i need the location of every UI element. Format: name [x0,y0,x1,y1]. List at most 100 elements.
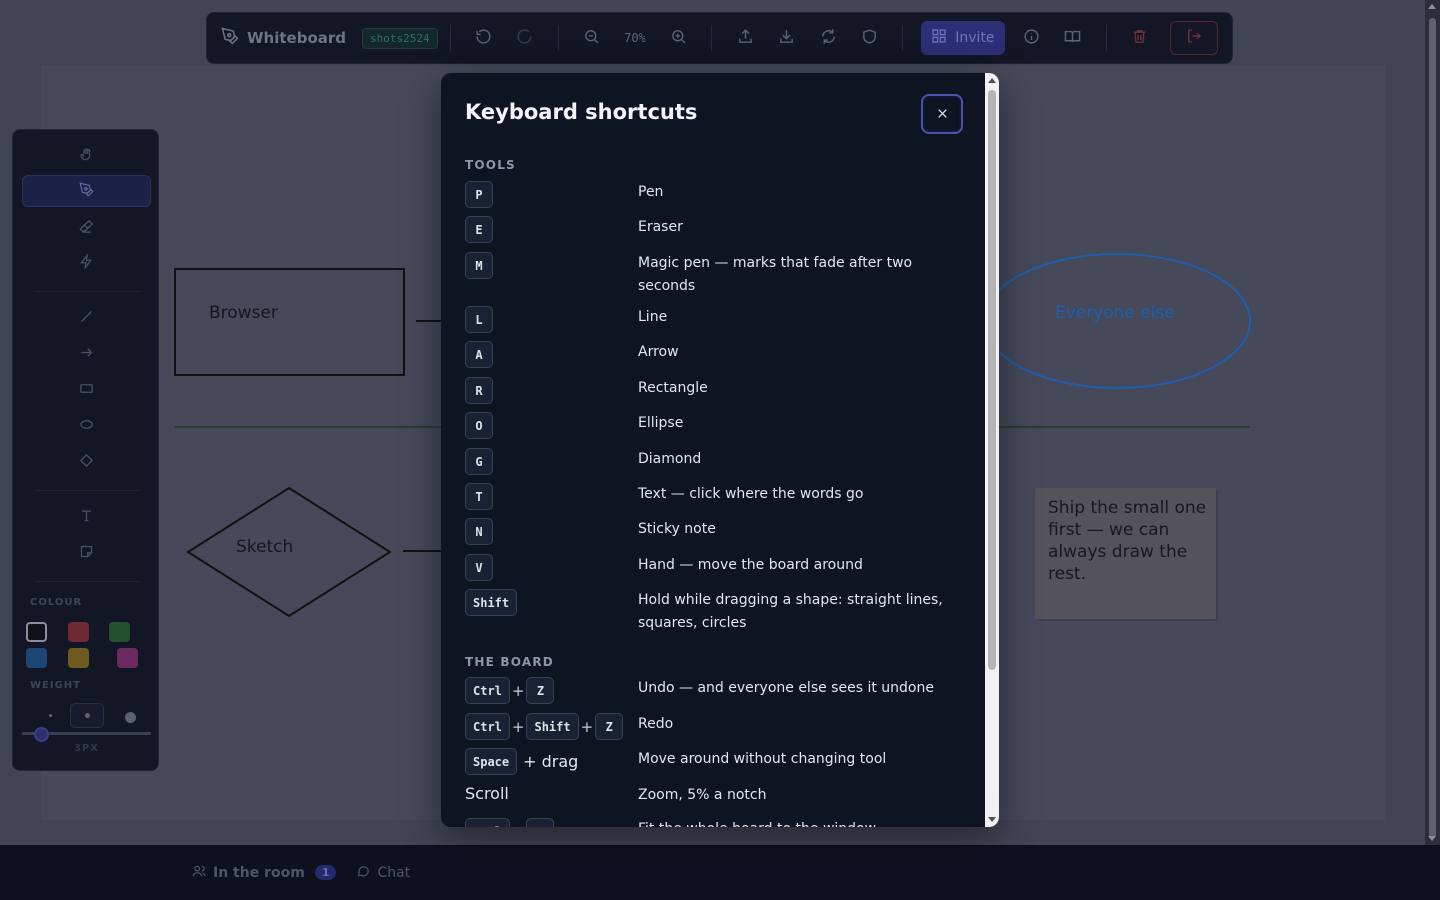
weight-label: WEIGHT [30,680,81,691]
key-cap: P [465,181,493,208]
key-cap: L [465,306,493,333]
swatch-blue[interactable] [26,648,47,668]
dialog-scrollbar[interactable] [985,73,999,827]
download-button[interactable] [772,22,801,54]
shortcut-description: Eraser [638,219,683,235]
key-cap: M [465,252,493,279]
shortcut-description: Redo [638,716,674,732]
weight-medium-dot [85,713,90,718]
key-cap: Ctrl [465,677,510,704]
invite-button[interactable]: Invite [921,21,1005,55]
scroll-down-arrow[interactable] [988,817,996,822]
sticky-note-text: Ship the small one first — we can always… [1048,498,1207,584]
shortcut-description: Diamond [638,451,702,467]
key-cap: V [465,554,493,581]
eraser-icon [79,219,94,238]
line-tool[interactable] [22,302,151,334]
users-icon [192,864,206,882]
swatch-black[interactable] [26,622,47,642]
page-scrollbar[interactable] [1425,0,1440,845]
swatch-red[interactable] [68,622,89,642]
diamond-icon [79,453,94,472]
privacy-button[interactable] [855,22,884,54]
scroll-up-arrow[interactable] [1428,4,1436,9]
section-heading-board: THE BOARD [465,655,554,669]
scroll-down-arrow[interactable] [1428,836,1436,841]
shortcuts-scroll-area[interactable]: Keyboard shortcuts TOOLS P Pen E Eraser … [441,73,985,827]
chat-button[interactable]: Chat [356,864,410,882]
leave-room-button[interactable] [1169,21,1218,55]
eraser-tool[interactable] [22,212,151,244]
scrollbar-thumb[interactable] [1429,18,1436,838]
sketch-label: Sketch [236,537,294,557]
shortcut-description: Line [638,309,668,325]
close-button[interactable] [921,94,963,134]
swatch-magenta[interactable] [117,648,138,668]
redo-icon [516,28,533,49]
text-tool[interactable] [22,501,151,533]
toolbar-divider [557,25,559,51]
qr-grid-icon [931,28,947,48]
info-icon [1023,28,1040,49]
room-code-badge[interactable]: shots2524 [362,27,438,49]
shortcut-description: Pen [638,184,664,200]
weight-slider-handle[interactable] [34,727,49,742]
shortcut-description: Magic pen — marks that fade after two se… [638,255,913,294]
chat-bubble-icon [356,864,370,882]
toolbar-divider [449,25,451,51]
weight-thin-option[interactable] [49,714,52,717]
shortcut-description: Ellipse [638,415,684,431]
info-button[interactable] [1017,22,1046,54]
shortcut-description: Arrow [638,344,679,360]
sync-button[interactable] [813,22,842,54]
shortcut-description: Hand — move the board around [638,557,863,573]
shortcuts-button[interactable] [1058,22,1087,54]
diamond-tool[interactable] [22,446,151,478]
browser-label: Browser [209,303,278,323]
shortcut-description: Text — click where the words go [638,486,864,502]
key-cap: 1 [526,818,555,827]
scrollbar-thumb[interactable] [988,90,996,670]
zoom-level[interactable]: 70% [612,31,658,45]
colour-label: COLOUR [30,597,83,608]
export-button[interactable] [730,22,759,54]
section-heading-tools: TOOLS [465,158,516,172]
swatch-yellow[interactable] [68,648,89,668]
key-cap: Shift [526,713,579,740]
weight-thick-option[interactable] [125,712,136,723]
tool-divider [35,291,140,292]
sticky-note-tool[interactable] [22,537,151,569]
bottom-bar: In the room 1 Chat [0,845,1440,900]
zoom-in-button[interactable] [664,22,693,54]
undo-button[interactable] [469,22,498,54]
plus-separator: + [523,752,542,771]
lightning-icon [79,252,94,273]
tool-divider [35,490,140,491]
arrow-icon [79,345,94,364]
zoom-out-button[interactable] [576,22,605,54]
everyone-label: Everyone else [1055,303,1175,323]
pen-tool[interactable] [22,175,151,207]
ellipse-tool[interactable] [22,410,151,442]
arrow-tool[interactable] [22,338,151,370]
log-out-icon [1185,27,1203,49]
plus-separator: + [511,717,525,736]
shortcut-description: Hold while dragging a shape: straight li… [638,592,943,631]
line-icon [79,309,94,328]
shortcut-description: Move around without changing tool [638,751,887,767]
zoom-out-icon [583,28,600,49]
shortcut-description: Fit the whole board to the window [638,818,958,827]
redo-button[interactable] [510,22,539,54]
plus-separator: + [511,681,525,700]
swatch-green[interactable] [109,622,130,642]
magic-pen-tool[interactable] [22,247,151,279]
clear-board-button[interactable] [1124,22,1153,54]
hand-tool[interactable] [22,140,151,172]
in-the-room-button[interactable]: In the room 1 [192,864,337,882]
scroll-up-arrow[interactable] [988,78,996,83]
book-open-icon [1064,28,1081,49]
toolbar-divider [1105,25,1107,51]
shortcuts-dialog: Keyboard shortcuts TOOLS P Pen E Eraser … [441,73,999,827]
dialog-title: Keyboard shortcuts [465,100,698,124]
rectangle-tool[interactable] [22,374,151,406]
